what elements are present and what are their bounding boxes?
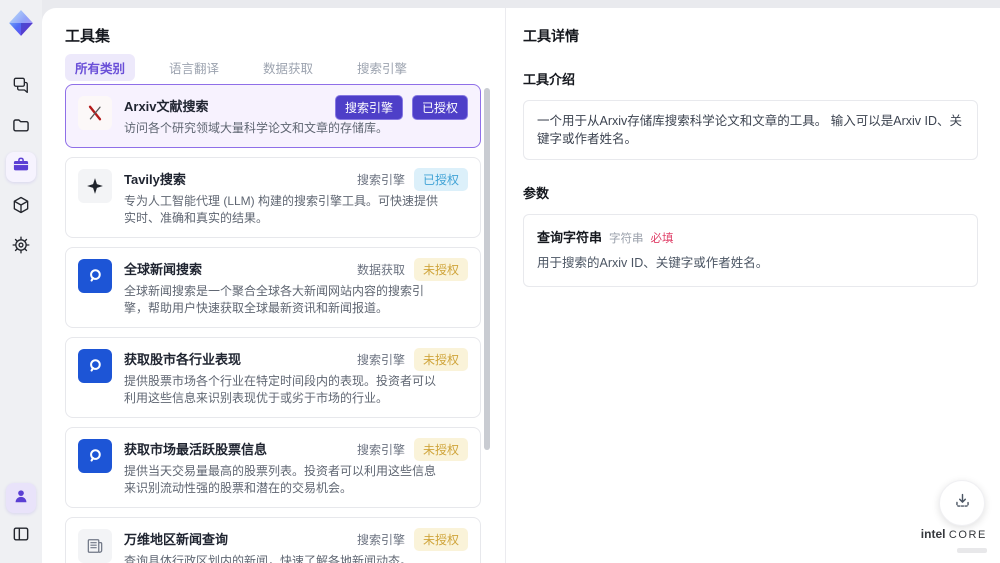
category-tabs: 所有类别 语言翻译 数据获取 搜索引擎 [65, 54, 417, 81]
parameter-header: 查询字符串 字符串 必填 [537, 227, 964, 246]
auth-status-badge: 未授权 [413, 348, 468, 371]
arxiv-icon [78, 96, 112, 130]
tool-card[interactable]: Tavily搜索 专为人工智能代理 (LLM) 构建的搜索引擎工具。可快速提供实… [65, 157, 481, 238]
core-wordmark: CORE [948, 529, 987, 541]
tool-badges: 搜索引擎 未授权 [357, 438, 468, 461]
news-icon [78, 259, 112, 293]
toolbox-icon [11, 155, 31, 180]
parameter-required-badge: 必填 [650, 233, 674, 245]
category-badge: 搜索引擎 [356, 173, 405, 187]
user-icon [11, 486, 31, 511]
package-icon [11, 195, 31, 220]
list-scrollbar[interactable] [484, 88, 490, 450]
tool-description: 专为人工智能代理 (LLM) 构建的搜索引擎工具。可快速提供实时、准确和真实的结… [124, 194, 439, 225]
tool-list: Arxiv文献搜索 访问各个研究领域大量科学论文和文章的存储库。 搜索引擎 已授… [65, 84, 481, 563]
chat-icon [11, 75, 31, 100]
sidebar-nav [6, 72, 36, 262]
auth-status-badge: 未授权 [413, 258, 468, 281]
app-logo[interactable] [6, 8, 36, 38]
tool-description: 查询具体行政区划内的新闻，快速了解各地新闻动态。 [124, 554, 413, 563]
settings-gear-icon [11, 235, 31, 260]
auth-status-badge: 未授权 [413, 438, 468, 461]
sidebar-bottom [0, 483, 42, 551]
tool-badges: 数据获取 未授权 [357, 258, 468, 281]
params-heading: 参数 [523, 186, 550, 201]
category-tab[interactable]: 搜索引擎 [347, 54, 417, 81]
auth-status-badge: 未授权 [413, 528, 468, 551]
category-badge: 搜索引擎 [356, 443, 405, 457]
star-icon [78, 169, 112, 203]
tool-card[interactable]: 万维地区新闻查询 查询具体行政区划内的新闻，快速了解各地新闻动态。 搜索引擎 未… [65, 517, 481, 563]
tool-card[interactable]: 获取股市各行业表现 提供股票市场各个行业在特定时间段内的表现。投资者可以利用这些… [65, 337, 481, 418]
sidebar-item-user[interactable] [6, 483, 36, 513]
category-badge: 搜索引擎 [334, 95, 403, 120]
news-icon [78, 439, 112, 473]
tool-badges: 搜索引擎 已授权 [357, 168, 468, 191]
icon-sidebar [0, 0, 42, 563]
intel-core-logo: intel CORE [921, 528, 987, 555]
tool-badges: 搜索引擎 未授权 [357, 348, 468, 371]
tool-description: 访问各个研究领域大量科学论文和文章的存储库。 [124, 121, 389, 135]
news-icon [78, 349, 112, 383]
sidebar-item-folder[interactable] [6, 112, 36, 142]
sidebar-item-settings[interactable] [6, 232, 36, 262]
sidebar-item-toolbox[interactable] [6, 152, 36, 182]
category-badge: 搜索引擎 [356, 533, 405, 547]
tool-description: 全球新闻搜索是一个聚合全球各大新闻网站内容的搜索引擎，帮助用户快速获取全球最新资… [124, 284, 425, 315]
tool-badges: 搜索引擎 已授权 [334, 95, 468, 120]
download-button[interactable] [939, 480, 985, 526]
category-tab[interactable]: 数据获取 [253, 54, 323, 81]
category-badge: 数据获取 [356, 263, 405, 277]
parameter-type: 字符串 [609, 233, 644, 245]
tool-badges: 搜索引擎 未授权 [357, 528, 468, 551]
intel-wordmark: intel [920, 527, 946, 541]
category-badge: 搜索引擎 [356, 353, 405, 367]
tool-description: 提供股票市场各个行业在特定时间段内的表现。投资者可以利用这些信息来识别表现优于或… [124, 374, 437, 405]
parameter-box: 查询字符串 字符串 必填 用于搜索的Arxiv ID、关键字或作者姓名。 [523, 214, 978, 287]
sidebar-item-panel-toggle[interactable] [6, 521, 36, 551]
tool-detail-panel: 工具详情 工具介绍 一个用于从Arxiv存储库搜索科学论文和文章的工具。 输入可… [505, 8, 1000, 563]
category-tab[interactable]: 语言翻译 [159, 54, 229, 81]
panel-layout-icon [11, 524, 31, 549]
folder-icon [11, 115, 31, 140]
auth-status-badge: 已授权 [413, 168, 468, 191]
sidebar-item-package[interactable] [6, 192, 36, 222]
intro-heading: 工具介绍 [523, 72, 576, 87]
tool-card[interactable]: 获取市场最活跃股票信息 提供当天交易量最高的股票列表。投资者可以利用这些信息来识… [65, 427, 481, 508]
download-icon [953, 491, 972, 515]
page-title: 工具集 [65, 28, 111, 45]
tool-card[interactable]: 全球新闻搜索 全球新闻搜索是一个聚合全球各大新闻网站内容的搜索引擎，帮助用户快速… [65, 247, 481, 328]
parameter-description: 用于搜索的Arxiv ID、关键字或作者姓名。 [537, 256, 769, 270]
gem-logo-icon [9, 10, 33, 36]
auth-status-badge: 已授权 [411, 95, 468, 120]
intro-text-box: 一个用于从Arxiv存储库搜索科学论文和文章的工具。 输入可以是Arxiv ID… [523, 100, 978, 160]
paper-icon [78, 529, 112, 563]
intel-sub-badge [957, 548, 987, 553]
tool-description: 提供当天交易量最高的股票列表。投资者可以利用这些信息来识别流动性强的股票和潜在的… [124, 464, 437, 495]
main-content-card: 工具集 所有类别 语言翻译 数据获取 搜索引擎 Arxiv文献搜索 访问各个研究领域大… [42, 8, 1000, 563]
category-tab[interactable]: 所有类别 [65, 54, 136, 81]
detail-title: 工具详情 [523, 28, 579, 44]
sidebar-item-chat[interactable] [6, 72, 36, 102]
parameter-name: 查询字符串 [537, 230, 603, 245]
tool-card[interactable]: Arxiv文献搜索 访问各个研究领域大量科学论文和文章的存储库。 搜索引擎 已授… [65, 84, 481, 148]
